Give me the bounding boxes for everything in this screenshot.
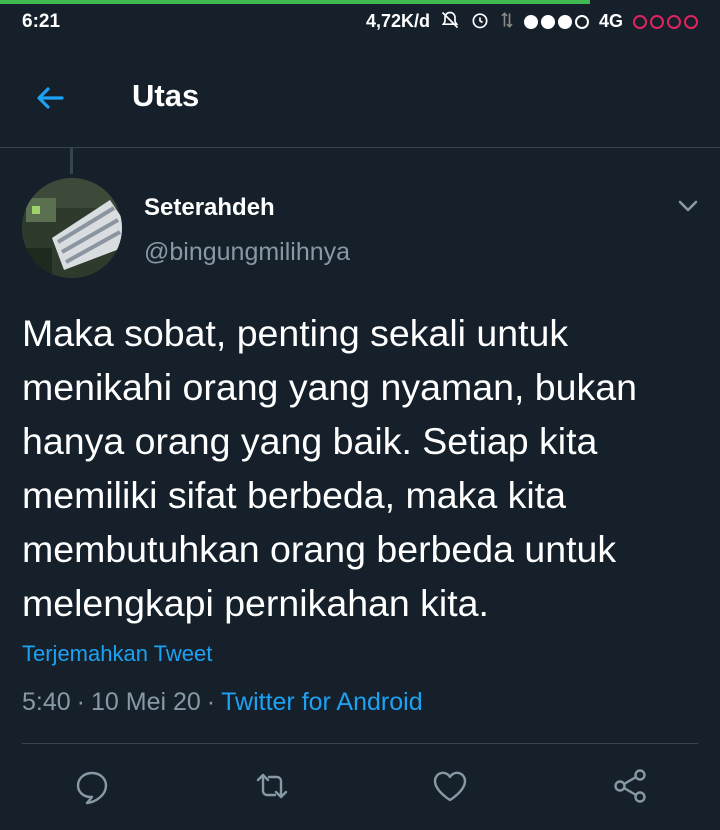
retweet-icon (256, 773, 288, 799)
page-title: Utas (132, 78, 200, 113)
tweet-menu-button[interactable] (672, 190, 704, 222)
chevron-down-icon (678, 200, 698, 212)
tweet-actions (0, 766, 720, 810)
back-button[interactable] (32, 80, 68, 116)
mute-bell-icon (440, 10, 460, 33)
tweet-text: Maka sobat, penting sekali untuk menikah… (22, 312, 637, 624)
tweet-meta: 5:40 · 10 Mei 20 · Twitter for Android (22, 688, 423, 717)
top-app-bar: Utas (0, 44, 720, 148)
divider (22, 743, 698, 744)
share-button[interactable] (610, 766, 650, 806)
meta-separator: · (76, 688, 85, 716)
status-indicators: 4,72K/d 4G (366, 10, 698, 33)
user-handle[interactable]: @bingungmilihnya (144, 238, 350, 267)
like-button[interactable] (430, 766, 470, 806)
status-bar: 6:21 4,72K/d 4G (0, 0, 720, 44)
retweet-button[interactable] (252, 766, 292, 806)
thread-connector-line (70, 148, 73, 174)
translate-tweet-link[interactable]: Terjemahkan Tweet (22, 641, 212, 667)
status-time: 6:21 (22, 11, 61, 32)
tweet-source-link[interactable]: Twitter for Android (221, 688, 422, 716)
like-icon (433, 771, 467, 802)
share-icon (614, 769, 646, 803)
alarm-icon (470, 10, 490, 33)
tweet-date: 10 Mei 20 (91, 688, 201, 716)
avatar[interactable] (22, 178, 122, 278)
reply-icon (76, 771, 108, 805)
network-type: 4G (598, 11, 623, 31)
network-speed: 4,72K/d (365, 11, 430, 31)
signal-strength-icon (523, 14, 589, 29)
display-name[interactable]: Seterahdeh (144, 194, 275, 222)
arrow-left-icon (37, 87, 64, 109)
data-transfer-icon (500, 10, 514, 33)
meta-separator: · (206, 688, 216, 716)
reply-button[interactable] (72, 766, 112, 806)
download-progress-bar (0, 0, 591, 4)
tweet-time: 5:40 (22, 688, 71, 716)
no-sim-signal-icon (633, 14, 698, 29)
